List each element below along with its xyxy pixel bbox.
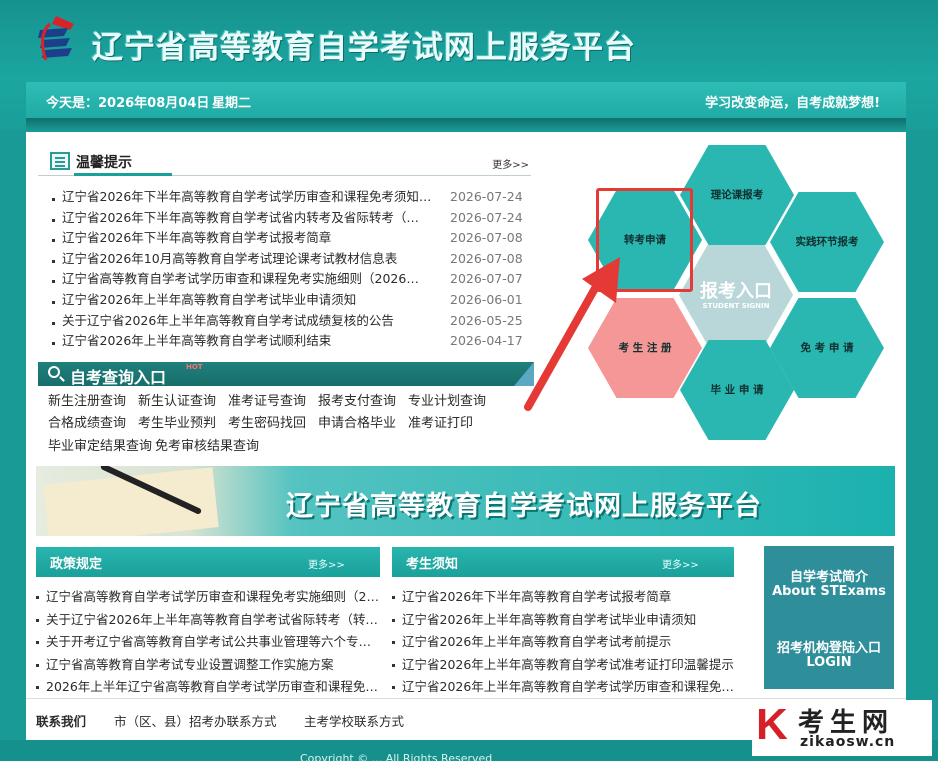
notice-item-date: 2026-07-08 [450, 250, 523, 266]
query-title: 自考查询入口 [70, 368, 167, 387]
weekday: 星期二 [212, 96, 252, 111]
notice-item-title[interactable]: 辽宁省2026年上半年高等教育自学考试毕业申请须知 [62, 290, 434, 310]
signin-subtitle: STUDENT SIGNIN [702, 302, 770, 310]
query-link[interactable]: 新生认证查询 [138, 390, 216, 409]
contact-label: 联系我们 [36, 714, 87, 729]
list-item[interactable]: 2026年上半年辽宁省高等教育自学考试学历审查和课程免… [36, 676, 380, 699]
login-label-en: LOGIN [806, 655, 852, 670]
notice-item-title[interactable]: 辽宁省2026年上半年高等教育自学考试顺利结束 [62, 331, 434, 351]
motto: 学习改变命运，自考成就梦想! [705, 96, 880, 111]
search-icon [48, 366, 60, 378]
list-item[interactable]: 辽宁省2026年上半年高等教育自学考试毕业申请须知 2026-06-01 [50, 290, 526, 311]
date-bar: 今天是：2026年08月04日 星期二 学习改变命运，自考成就梦想! [26, 82, 906, 118]
list-item[interactable]: 辽宁省2026年下半年高等教育自学考试学历审查和课程免考须知HOT2026-07… [50, 187, 526, 208]
notice-item-date: 2026-04-17 [450, 333, 523, 349]
today-date: 今天是：2026年08月04日 [46, 96, 210, 111]
list-item[interactable]: 辽宁省2026年上半年高等教育自学考试毕业申请须知 [392, 609, 738, 632]
list-item[interactable]: 辽宁省2026年上半年高等教育自学考试准考证打印温馨提示 [392, 654, 738, 677]
query-link[interactable]: 准考证号查询 [228, 390, 306, 409]
policy-more-link[interactable]: 更多>> [308, 556, 345, 571]
about-button[interactable]: 自学考试简介 About STExams [764, 546, 894, 618]
query-link[interactable]: 免考审核结果查询 [155, 435, 259, 454]
watermark-url: zikaosw.cn [800, 734, 896, 750]
list-item[interactable]: 辽宁省高等教育自学考试学历审查和课程免考实施细则（2… [36, 586, 380, 609]
policy-header: 政策规定 更多>> [36, 547, 380, 577]
date-bar-shadow [26, 118, 906, 132]
query-link[interactable]: 专业计划查询 [408, 390, 486, 409]
notice-item-date: 2026-05-25 [450, 312, 523, 328]
banner: 辽宁省高等教育自学考试网上服务平台 [36, 466, 895, 536]
notice-more-link[interactable]: 更多>> [492, 156, 529, 171]
notice-item-title[interactable]: 辽宁省2026年下半年高等教育自学考试省内转考及省际转考（… [62, 208, 434, 228]
about-label: 自学考试简介 [789, 570, 868, 585]
guide-header: 考生须知 更多>> [392, 547, 734, 577]
query-link[interactable]: 考生毕业预判 [138, 412, 216, 431]
list-item[interactable]: 关于开考辽宁省高等教育自学考试公共事业管理等六个专… [36, 631, 380, 654]
notice-list: 辽宁省2026年下半年高等教育自学考试学历审查和课程免考须知HOT2026-07… [50, 187, 526, 352]
list-item[interactable]: 辽宁省2026年上半年高等教育自学考试学历审查和课程免… [392, 676, 738, 699]
city-contact-link[interactable]: 市（区、县）招考办联系方式 [114, 711, 277, 730]
notice-item-date: 2026-06-01 [450, 291, 523, 307]
notice-item-title[interactable]: 辽宁省2026年下半年高等教育自学考试报考简章 [62, 228, 434, 248]
policy-list: 辽宁省高等教育自学考试学历审查和课程免考实施细则（2… 关于辽宁省2026年上半… [36, 586, 380, 699]
notice-title: 温馨提示 [76, 155, 132, 171]
list-item[interactable]: 辽宁省2026年上半年高等教育自学考试顺利结束 2026-04-17 [50, 331, 526, 352]
notice-item-date: 2026-07-24 [450, 209, 523, 225]
query-link[interactable]: 申请合格毕业 [318, 412, 396, 431]
school-contact-link[interactable]: 主考学校联系方式 [304, 711, 404, 730]
list-item[interactable]: 辽宁省高等教育自学考试专业设置调整工作实施方案 [36, 654, 380, 677]
guide-title: 考生须知 [406, 557, 459, 572]
logo-icon [38, 16, 74, 61]
query-link[interactable]: 考生密码找回 [228, 412, 306, 431]
watermark-k: K [756, 700, 788, 749]
notice-item-date: 2026-07-08 [450, 230, 523, 246]
policy-title: 政策规定 [50, 557, 103, 572]
about-label-en: About STExams [772, 584, 886, 599]
guide-more-link[interactable]: 更多>> [662, 556, 699, 571]
login-label: 招考机构登陆入口 [776, 641, 881, 656]
list-item[interactable]: 辽宁省高等教育自学考试学历审查和课程免考实施细则（2026… 2026-07-07 [50, 269, 526, 290]
notice-icon [50, 152, 70, 170]
notice-item-title[interactable]: 关于辽宁省2026年上半年高等教育自学考试成绩复核的公告 [62, 311, 434, 331]
list-item[interactable]: 辽宁省2026年10月高等教育自学考试理论课考试教材信息表 2026-07-08 [50, 249, 526, 270]
notice-item-title[interactable]: 辽宁省高等教育自学考试学历审查和课程免考实施细则（2026… [62, 269, 434, 289]
arrow-icon [524, 257, 620, 411]
list-item[interactable]: 辽宁省2026年下半年高等教育自学考试省内转考及省际转考（… 2026-07-24 [50, 208, 526, 229]
site-title: 辽宁省高等教育自学考试网上服务平台 [92, 30, 636, 66]
signin-title: 报考入口 [700, 281, 772, 302]
query-link[interactable]: 新生注册查询 [48, 390, 126, 409]
query-link[interactable]: 合格成绩查询 [48, 412, 126, 431]
copyright: Copyright © ... All Rights Reserved [300, 752, 493, 761]
notice-item-title[interactable]: 辽宁省2026年下半年高等教育自学考试学历审查和课程免考须知 [62, 189, 431, 204]
list-item[interactable]: 关于辽宁省2026年上半年高等教育自学考试成绩复核的公告 2026-05-25 [50, 311, 526, 332]
query-header: 自考查询入口 HOT [38, 362, 534, 387]
list-item[interactable]: 关于辽宁省2026年上半年高等教育自学考试省际转考（转… [36, 609, 380, 632]
list-item[interactable]: 辽宁省2026年上半年高等教育自学考试考前提示 [392, 631, 738, 654]
hot-badge: HOT [186, 363, 203, 371]
query-link[interactable]: 毕业审定结果查询 [48, 435, 152, 454]
agency-login-button[interactable]: 招考机构登陆入口 LOGIN [764, 617, 894, 689]
notice-item-date: 2026-07-24 [450, 189, 523, 204]
notice-underline [74, 173, 172, 176]
banner-title: 辽宁省高等教育自学考试网上服务平台 [286, 491, 762, 522]
list-item[interactable]: 辽宁省2026年下半年高等教育自学考试报考简章 [392, 586, 738, 609]
watermark-logo: K 考生网 zikaosw.cn [752, 700, 932, 756]
notice-item-date: 2026-07-07 [450, 271, 523, 287]
notice-header: 温馨提示 更多>> [38, 150, 531, 176]
query-link[interactable]: 报考支付查询 [318, 390, 396, 409]
guide-list: 辽宁省2026年下半年高等教育自学考试报考简章 辽宁省2026年上半年高等教育自… [392, 586, 738, 699]
query-link[interactable]: 准考证打印 [408, 412, 473, 431]
list-item[interactable]: 辽宁省2026年下半年高等教育自学考试报考简章 2026-07-08 [50, 228, 526, 249]
notice-item-title[interactable]: 辽宁省2026年10月高等教育自学考试理论课考试教材信息表 [62, 249, 434, 269]
